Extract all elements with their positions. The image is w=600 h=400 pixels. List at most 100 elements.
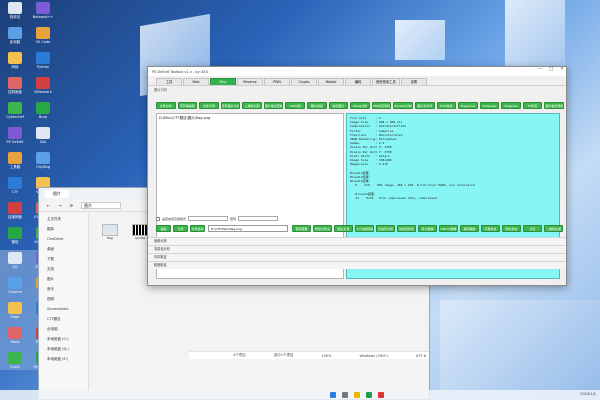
- sidebar-item[interactable]: 下载: [39, 254, 88, 264]
- desktop-icon[interactable]: 此电脑: [2, 27, 28, 44]
- action-button[interactable]: 保存结果: [292, 225, 311, 232]
- action-button[interactable]: 字典攻击: [481, 225, 500, 232]
- desktop-icon[interactable]: QQ: [2, 252, 28, 269]
- desktop-icon[interactable]: Python: [30, 52, 56, 69]
- sidebar-item[interactable]: 主文件夹: [39, 214, 88, 224]
- tab-3[interactable]: Reverse: [237, 78, 263, 85]
- collapsible-section[interactable]: 流量包分析: [148, 245, 566, 253]
- browser-icon[interactable]: [378, 392, 384, 398]
- desktop-icon[interactable]: 网络: [2, 52, 28, 69]
- desktop-icon[interactable]: 工具箱: [2, 152, 28, 169]
- action-button[interactable]: 分离: [173, 225, 188, 232]
- action-button[interactable]: 暴力破解: [418, 225, 437, 232]
- desktop-icon[interactable]: Notepad++: [30, 2, 56, 19]
- tool-button[interactable]: 图片拼接: [307, 102, 327, 109]
- desktop-icon[interactable]: 微信: [2, 227, 28, 244]
- sidebar-item[interactable]: 本地磁盘 (E:): [39, 354, 88, 364]
- desktop-icon[interactable]: Word: [2, 327, 28, 344]
- refresh-icon[interactable]: ⟳: [70, 203, 73, 208]
- sidebar-item[interactable]: 文档: [39, 264, 88, 274]
- action-button[interactable]: CRC32碰撞: [439, 225, 458, 232]
- close-icon[interactable]: ✕: [560, 67, 564, 72]
- tool-button[interactable]: 图片格式转换: [544, 102, 564, 109]
- collapsible-section[interactable]: 音频分析: [148, 237, 566, 245]
- tool-button[interactable]: Binwalk分析: [393, 102, 413, 109]
- explorer-tab[interactable]: 图片: [45, 190, 69, 198]
- action-button[interactable]: 二维码生成: [544, 225, 563, 232]
- tab-1[interactable]: Web: [183, 78, 209, 85]
- tab-7[interactable]: 编码: [345, 78, 371, 85]
- tool-button[interactable]: Steghide: [501, 102, 521, 109]
- tab-8[interactable]: 其他常用工具: [372, 78, 400, 85]
- action-button[interactable]: 伪加密修复: [397, 225, 416, 232]
- desktop-icon[interactable]: VS Code: [30, 27, 56, 44]
- desktop-icon[interactable]: Chrome: [2, 277, 28, 294]
- desktop-icon[interactable]: 百度网盘: [2, 202, 28, 219]
- sidebar-item[interactable]: 音乐: [39, 284, 88, 294]
- desktop-icon[interactable]: OllyDbg: [30, 152, 56, 169]
- sidebar-item[interactable]: 本地磁盘 (D:): [39, 344, 88, 354]
- tool-button[interactable]: 文件分离: [199, 102, 219, 109]
- tool-button[interactable]: Zsteg分析: [350, 102, 370, 109]
- forward-icon[interactable]: →: [58, 203, 61, 208]
- password-input[interactable]: [238, 216, 279, 221]
- address-bar[interactable]: 图片: [81, 202, 122, 209]
- sidebar-item[interactable]: 本地磁盘 (C:): [39, 334, 88, 344]
- tab-0[interactable]: 工具: [156, 78, 182, 85]
- tool-button[interactable]: 二维码识别: [242, 102, 262, 109]
- sidebar-item[interactable]: CTF题目: [39, 314, 88, 324]
- action-button[interactable]: 掩码爆破: [460, 225, 479, 232]
- back-icon[interactable]: ←: [47, 203, 50, 208]
- tab-4[interactable]: PWN: [264, 78, 290, 85]
- action-button[interactable]: 明文攻击: [502, 225, 521, 232]
- tool-button[interactable]: 隐写图片分析: [220, 102, 241, 109]
- tab-5[interactable]: Crypto: [291, 78, 317, 85]
- desktop-icon[interactable]: 控制面板: [2, 77, 28, 94]
- desktop-icon[interactable]: PE DeEdit: [2, 127, 28, 144]
- minimize-icon[interactable]: —: [537, 67, 542, 72]
- action-button[interactable]: 文件合并: [190, 225, 205, 232]
- tab-2[interactable]: Misc: [210, 78, 236, 85]
- start-icon[interactable]: [330, 392, 336, 398]
- sidebar-item[interactable]: 图库: [39, 224, 88, 234]
- action-button[interactable]: 十六进制查看: [355, 225, 374, 232]
- app-icon[interactable]: [366, 392, 372, 398]
- desktop-icon[interactable]: Edge: [2, 302, 28, 319]
- tool-button[interactable]: 图片盲水印: [414, 102, 435, 109]
- tool-button[interactable]: EXIF信息: [436, 102, 457, 109]
- file-thumbnail[interactable]: flag: [99, 224, 121, 242]
- tool-button[interactable]: 拼接图片: [328, 102, 349, 109]
- collapsible-section[interactable]: 磁盘取证: [148, 261, 566, 269]
- tool-button[interactable]: PNG宽高修复: [371, 102, 392, 109]
- maximize-icon[interactable]: □: [549, 67, 553, 72]
- action-button[interactable]: 图片反色: [334, 225, 353, 232]
- file-path-input[interactable]: D:\CTF\Misc\flag.png: [208, 225, 288, 232]
- action-button[interactable]: 提取: [156, 225, 171, 232]
- desktop-icon[interactable]: Excel: [2, 352, 28, 369]
- desktop-icon[interactable]: CTF: [2, 177, 28, 194]
- advanced-mode-checkbox[interactable]: [156, 216, 160, 221]
- sidebar-item[interactable]: 此电脑: [39, 324, 88, 334]
- collapsible-section[interactable]: 内存取证: [148, 253, 566, 261]
- desktop-icon[interactable]: IDA: [30, 127, 56, 144]
- sidebar-item[interactable]: OneDrive: [39, 234, 88, 244]
- action-button[interactable]: 修复文件头: [313, 225, 332, 232]
- action-button[interactable]: 压缩包分析: [376, 225, 395, 232]
- tab-6[interactable]: Mobile: [318, 78, 344, 85]
- desktop-icon[interactable]: Cyberchef: [2, 102, 28, 119]
- tool-button[interactable]: Outguess: [479, 102, 500, 109]
- desktop-icon[interactable]: Wireshark: [30, 77, 56, 94]
- tab-9[interactable]: 设置: [400, 78, 427, 85]
- sidebar-item[interactable]: 图片: [39, 274, 88, 284]
- tool-button[interactable]: StegSolve: [458, 102, 478, 109]
- tool-button[interactable]: 字符串提取: [177, 102, 198, 109]
- desktop-icon[interactable]: 回收站: [2, 2, 28, 19]
- tool-button[interactable]: 文件分析: [156, 102, 176, 109]
- sidebar-item[interactable]: 桌面: [39, 244, 88, 254]
- action-button[interactable]: 清空: [523, 225, 542, 232]
- folder-icon[interactable]: [354, 392, 360, 398]
- tool-button[interactable]: LSB分析: [285, 102, 306, 109]
- sidebar-item[interactable]: Screenshots: [39, 304, 88, 314]
- param-input[interactable]: [188, 216, 229, 221]
- search-icon[interactable]: [342, 392, 348, 398]
